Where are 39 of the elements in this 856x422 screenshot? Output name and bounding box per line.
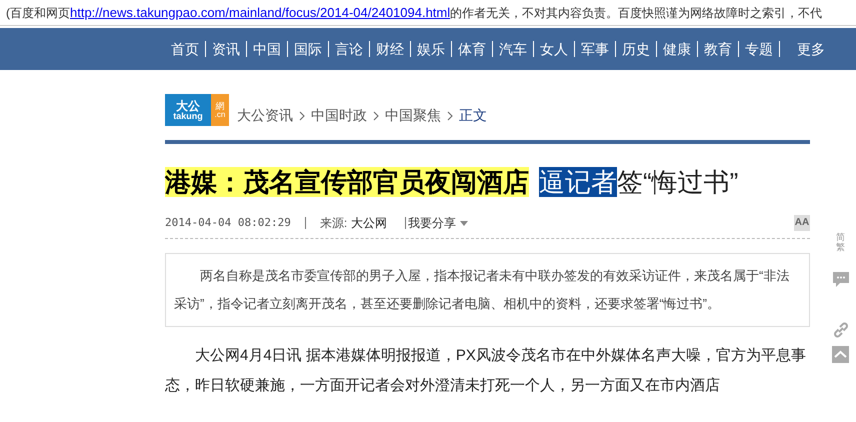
back-to-top-icon[interactable] (832, 346, 849, 363)
source-name: 大公网 (351, 215, 388, 232)
nav-link[interactable]: 言论 (328, 41, 369, 57)
font-size-button[interactable]: AA (794, 215, 810, 231)
summary-box: 两名自称是茂名市委宣传部的男子入屋，指本报记者未有中联办签发的有效采访证件，来茂名属于“非法采访”，指令记者立刻离开茂名，甚至还要删除记者电脑、相机中的资料，还要求签署“悔过书”。 (165, 253, 810, 327)
breadcrumb-link[interactable]: 中国聚焦 (385, 105, 441, 126)
nav-link[interactable]: 国际 (287, 41, 328, 57)
article-body: 大公网4月4日讯 据本港媒体明报报道，PX风波令茂名市在中外媒体名声大噪，官方为平息事态，昨日软硬兼施，一方面开记者会对外澄清未打死一个人，另一方面又在市内酒店 (165, 346, 807, 396)
chevron-icon (299, 110, 305, 120)
nav-link[interactable]: 中国 (246, 41, 287, 57)
nav-link[interactable]: 首页 (165, 41, 205, 57)
nav-link[interactable]: 体育 (451, 41, 492, 57)
breadcrumb-link[interactable]: 正文 (459, 105, 487, 126)
convert-button[interactable]: 简繁 (832, 232, 848, 252)
link-icon[interactable] (832, 322, 848, 338)
nav-link[interactable]: 汽车 (492, 41, 533, 57)
nav-link[interactable]: 健康 (656, 41, 697, 57)
breadcrumb-link[interactable]: 中国时政 (311, 105, 367, 126)
nav-link[interactable]: 历史 (615, 41, 656, 57)
publish-time: 2014-04-04 08:02:29 (165, 214, 291, 231)
nav-link[interactable]: 专题 (738, 41, 779, 57)
article-title: 港媒：茂名宣传部官员夜闯酒店 逼记者签“悔过书” (165, 166, 740, 199)
source-label: 来源: (320, 215, 348, 232)
nav-link[interactable]: 女人 (533, 41, 574, 57)
share-button[interactable]: 我要分享 (408, 214, 468, 232)
chevron-icon (447, 110, 453, 120)
nav-link[interactable]: 更多 (797, 38, 825, 60)
cache-notice: 的作者无关，不对其内容负责。百度快照谨为网络故障时之索引，不代 (450, 4, 822, 22)
nav-link[interactable]: 资讯 (205, 41, 246, 57)
breadcrumb-link[interactable]: 大公资讯 (237, 105, 293, 126)
page-link[interactable]: http://news.takungpao.com/mainland/focus/2014-04/2401094.html (70, 2, 450, 22)
comment-icon[interactable] (832, 272, 848, 288)
nav-link[interactable]: 娱乐 (410, 41, 451, 57)
caret-icon (460, 220, 468, 226)
chevron-icon (373, 110, 379, 120)
nav-link[interactable]: 军事 (574, 41, 615, 57)
nav-link[interactable]: 财经 (369, 41, 410, 57)
nav-link[interactable]: 教育 (697, 41, 738, 57)
cache-notice: (百度和网页 (6, 4, 70, 22)
